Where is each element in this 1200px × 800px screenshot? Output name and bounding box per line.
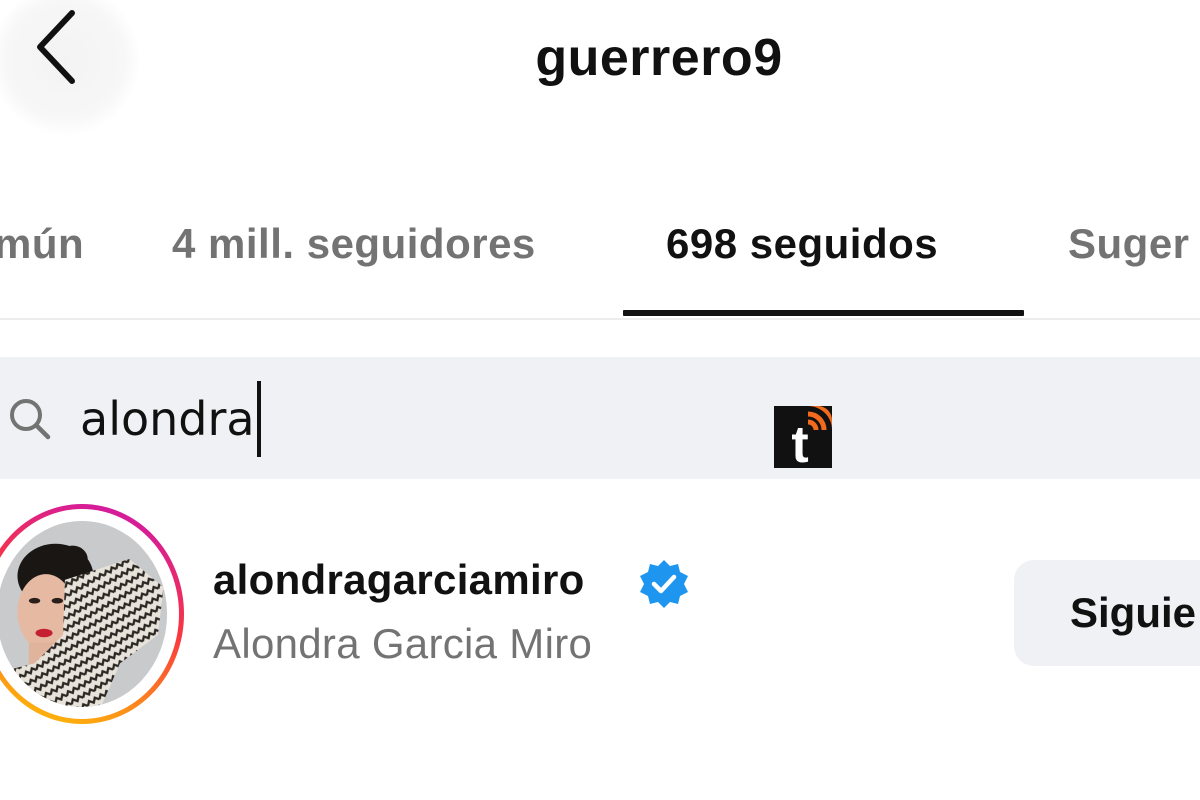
- tab-followers[interactable]: 4 mill. seguidores: [172, 220, 536, 268]
- verified-badge-icon: [640, 560, 688, 608]
- search-icon: [10, 399, 51, 440]
- username[interactable]: alondragarciamiro: [213, 556, 585, 604]
- active-tab-indicator: [623, 310, 1024, 316]
- search-input[interactable]: alondra: [80, 381, 780, 457]
- tabs-bar: mún 4 mill. seguidores 698 seguidos Suge…: [0, 210, 1200, 320]
- full-name: Alondra Garcia Miro: [213, 620, 593, 667]
- search-input-value: alondra: [80, 392, 255, 446]
- story-ring[interactable]: [0, 504, 184, 724]
- search-bar[interactable]: alondra: [0, 357, 1200, 479]
- tab-following[interactable]: 698 seguidos: [666, 220, 938, 268]
- watermark-logo: t: [774, 406, 832, 468]
- tabs-divider: [0, 318, 1200, 320]
- tab-suggested[interactable]: Suger: [1068, 220, 1190, 268]
- avatar: [0, 521, 167, 707]
- watermark-letter: t: [791, 416, 808, 468]
- page-title: guerrero9: [535, 29, 783, 87]
- tab-mutual[interactable]: mún: [0, 220, 84, 268]
- follow-button[interactable]: Siguie: [1014, 560, 1200, 666]
- text-caret: [256, 381, 261, 457]
- avatar-image: [0, 521, 167, 707]
- screen: guerrero9 mún 4 mill. seguidores 698 seg…: [0, 0, 1200, 800]
